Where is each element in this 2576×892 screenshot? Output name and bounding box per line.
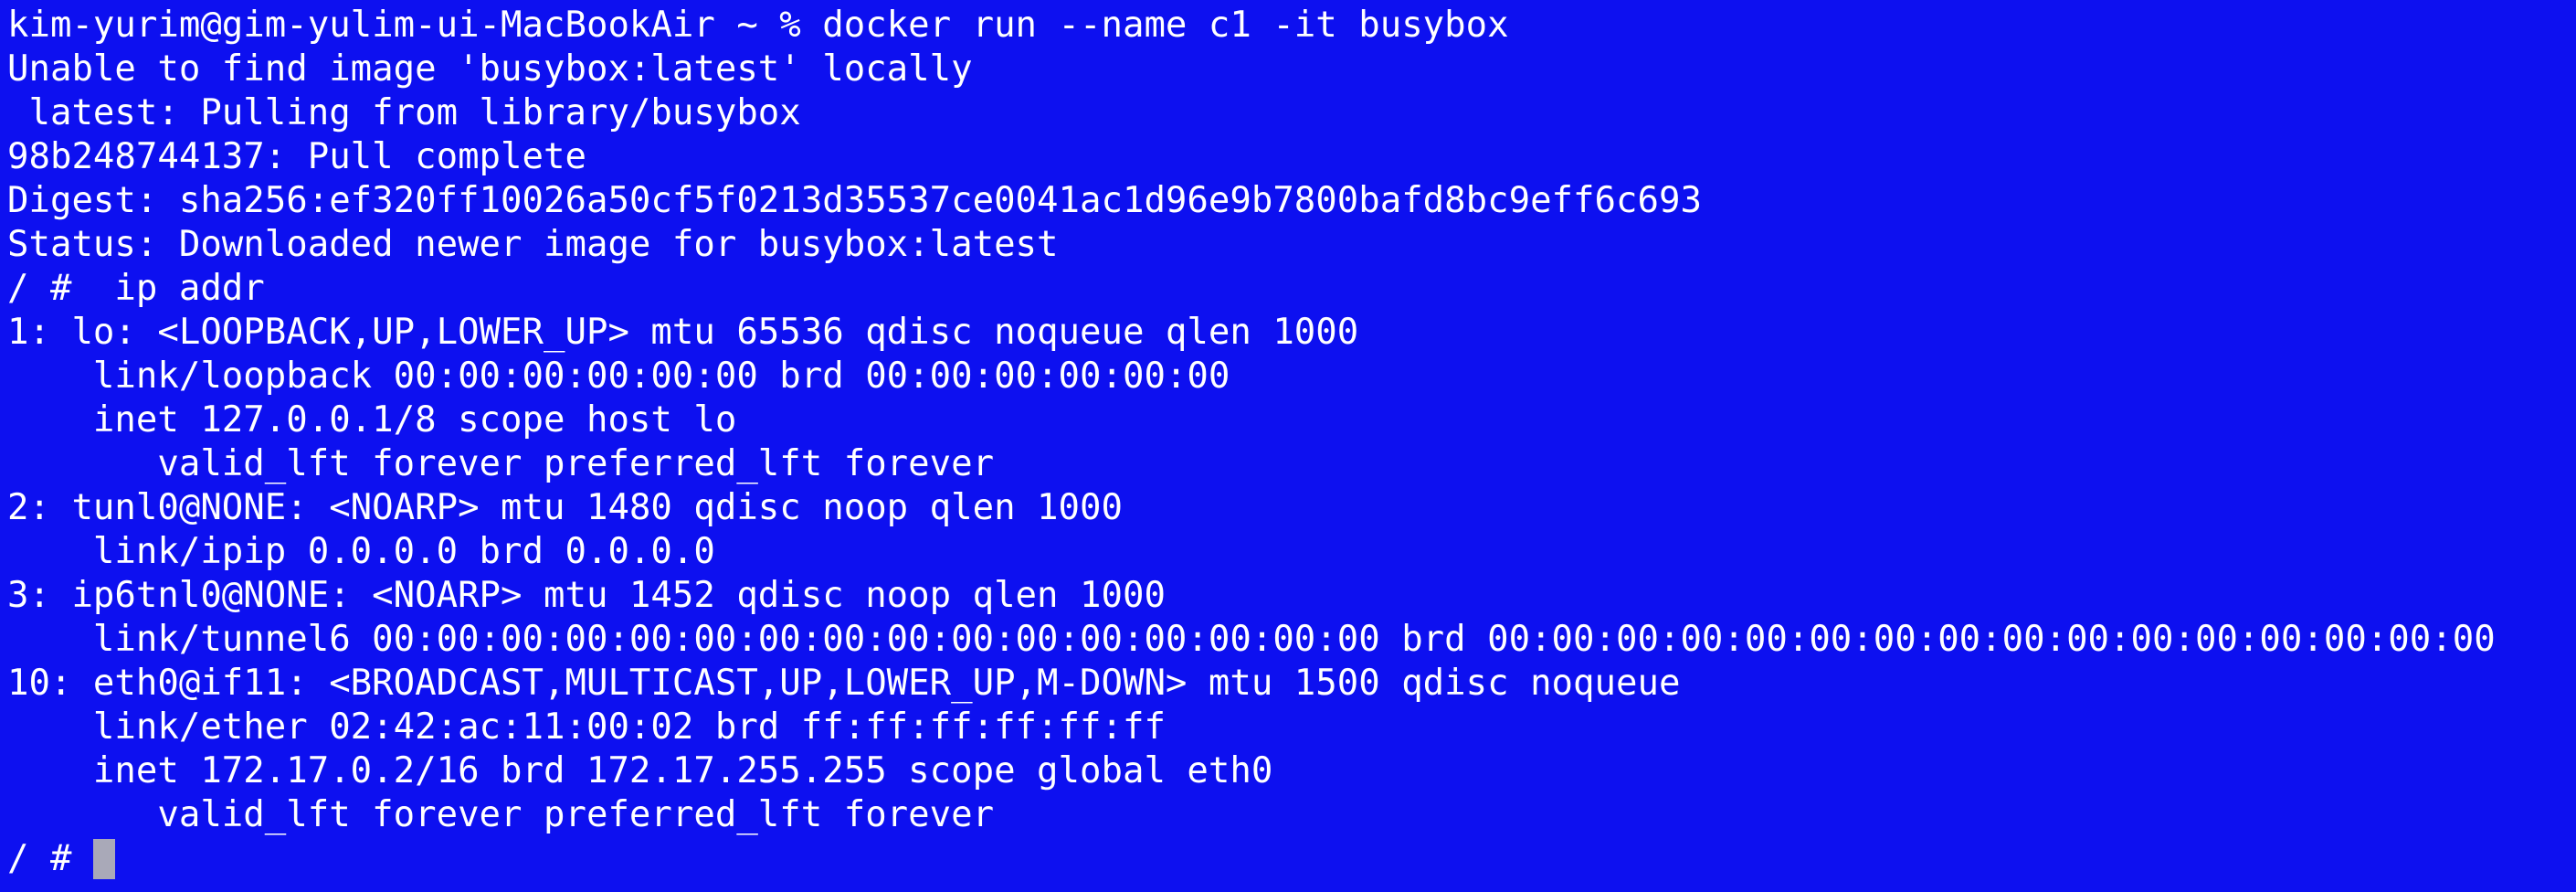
terminal-line: 3: ip6tnl0@NONE: <NOARP> mtu 1452 qdisc … xyxy=(7,575,1166,616)
terminal-line: link/loopback 00:00:00:00:00:00 brd 00:0… xyxy=(7,356,1230,397)
terminal-line: Digest: sha256:ef320ff10026a50cf5f0213d3… xyxy=(7,180,1702,221)
terminal-line: valid_lft forever preferred_lft forever xyxy=(7,443,995,484)
terminal-cursor xyxy=(92,839,115,879)
terminal-line: link/tunnel6 00:00:00:00:00:00:00:00:00:… xyxy=(7,619,2496,660)
terminal-line: latest: Pulling from library/busybox xyxy=(7,92,801,133)
terminal-line: Status: Downloaded newer image for busyb… xyxy=(7,224,1059,265)
terminal-line: / # ip addr xyxy=(7,268,265,309)
terminal-line: Unable to find image 'busybox:latest' lo… xyxy=(7,48,973,90)
shell-prompt: / # xyxy=(7,838,93,879)
terminal-line: 10: eth0@if11: <BROADCAST,MULTICAST,UP,L… xyxy=(7,663,1681,704)
active-prompt-line[interactable]: / # xyxy=(7,837,2576,881)
terminal-line: link/ipip 0.0.0.0 brd 0.0.0.0 xyxy=(7,531,715,572)
terminal-line: 1: lo: <LOOPBACK,UP,LOWER_UP> mtu 65536 … xyxy=(7,312,1359,353)
terminal-line: link/ether 02:42:ac:11:00:02 brd ff:ff:f… xyxy=(7,706,1166,748)
terminal-line: inet 127.0.0.1/8 scope host lo xyxy=(7,399,737,441)
terminal-line: 98b248744137: Pull complete xyxy=(7,136,586,177)
terminal-line: inet 172.17.0.2/16 brd 172.17.255.255 sc… xyxy=(7,750,1273,791)
terminal-window[interactable]: kim-yurim@gim-yulim-ui-MacBookAir ~ % do… xyxy=(0,0,2576,892)
terminal-line: kim-yurim@gim-yulim-ui-MacBookAir ~ % do… xyxy=(7,5,1509,46)
terminal-line: 2: tunl0@NONE: <NOARP> mtu 1480 qdisc no… xyxy=(7,487,1123,528)
terminal-line: valid_lft forever preferred_lft forever xyxy=(7,794,995,835)
